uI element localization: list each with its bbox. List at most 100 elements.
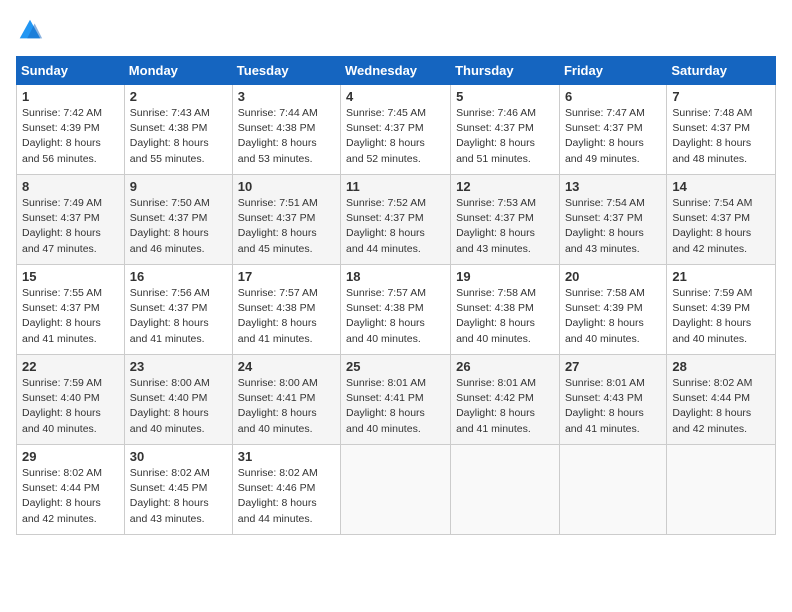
calendar-cell: 4 Sunrise: 7:45 AMSunset: 4:37 PMDayligh…	[341, 85, 451, 175]
calendar-cell: 30 Sunrise: 8:02 AMSunset: 4:45 PMDaylig…	[124, 445, 232, 535]
day-detail: Sunrise: 7:52 AMSunset: 4:37 PMDaylight:…	[346, 197, 426, 255]
logo	[16, 16, 48, 44]
calendar-cell: 24 Sunrise: 8:00 AMSunset: 4:41 PMDaylig…	[232, 355, 340, 445]
day-number: 8	[22, 179, 119, 194]
day-number: 15	[22, 269, 119, 284]
logo-icon	[16, 16, 44, 44]
day-number: 1	[22, 89, 119, 104]
calendar-cell: 21 Sunrise: 7:59 AMSunset: 4:39 PMDaylig…	[667, 265, 776, 355]
day-detail: Sunrise: 8:01 AMSunset: 4:41 PMDaylight:…	[346, 377, 426, 435]
day-number: 31	[238, 449, 335, 464]
day-number: 11	[346, 179, 445, 194]
day-number: 12	[456, 179, 554, 194]
day-detail: Sunrise: 7:44 AMSunset: 4:38 PMDaylight:…	[238, 107, 318, 165]
day-detail: Sunrise: 7:58 AMSunset: 4:39 PMDaylight:…	[565, 287, 645, 345]
calendar-cell: 2 Sunrise: 7:43 AMSunset: 4:38 PMDayligh…	[124, 85, 232, 175]
day-number: 21	[672, 269, 770, 284]
day-detail: Sunrise: 7:43 AMSunset: 4:38 PMDaylight:…	[130, 107, 210, 165]
weekday-header-sunday: Sunday	[17, 57, 125, 85]
day-detail: Sunrise: 8:02 AMSunset: 4:44 PMDaylight:…	[672, 377, 752, 435]
day-detail: Sunrise: 7:49 AMSunset: 4:37 PMDaylight:…	[22, 197, 102, 255]
day-detail: Sunrise: 7:42 AMSunset: 4:39 PMDaylight:…	[22, 107, 102, 165]
day-number: 16	[130, 269, 227, 284]
calendar-cell: 26 Sunrise: 8:01 AMSunset: 4:42 PMDaylig…	[451, 355, 560, 445]
calendar-cell: 22 Sunrise: 7:59 AMSunset: 4:40 PMDaylig…	[17, 355, 125, 445]
day-detail: Sunrise: 7:45 AMSunset: 4:37 PMDaylight:…	[346, 107, 426, 165]
day-detail: Sunrise: 7:55 AMSunset: 4:37 PMDaylight:…	[22, 287, 102, 345]
day-detail: Sunrise: 8:02 AMSunset: 4:46 PMDaylight:…	[238, 467, 318, 525]
calendar-cell: 20 Sunrise: 7:58 AMSunset: 4:39 PMDaylig…	[559, 265, 666, 355]
day-detail: Sunrise: 7:54 AMSunset: 4:37 PMDaylight:…	[565, 197, 645, 255]
day-detail: Sunrise: 8:00 AMSunset: 4:40 PMDaylight:…	[130, 377, 210, 435]
day-number: 10	[238, 179, 335, 194]
day-detail: Sunrise: 7:59 AMSunset: 4:40 PMDaylight:…	[22, 377, 102, 435]
day-number: 2	[130, 89, 227, 104]
calendar-cell: 16 Sunrise: 7:56 AMSunset: 4:37 PMDaylig…	[124, 265, 232, 355]
day-detail: Sunrise: 7:58 AMSunset: 4:38 PMDaylight:…	[456, 287, 536, 345]
weekday-header-tuesday: Tuesday	[232, 57, 340, 85]
calendar-cell: 8 Sunrise: 7:49 AMSunset: 4:37 PMDayligh…	[17, 175, 125, 265]
day-detail: Sunrise: 8:01 AMSunset: 4:42 PMDaylight:…	[456, 377, 536, 435]
calendar-cell: 9 Sunrise: 7:50 AMSunset: 4:37 PMDayligh…	[124, 175, 232, 265]
day-detail: Sunrise: 7:59 AMSunset: 4:39 PMDaylight:…	[672, 287, 752, 345]
calendar-cell: 28 Sunrise: 8:02 AMSunset: 4:44 PMDaylig…	[667, 355, 776, 445]
day-detail: Sunrise: 8:00 AMSunset: 4:41 PMDaylight:…	[238, 377, 318, 435]
day-detail: Sunrise: 7:53 AMSunset: 4:37 PMDaylight:…	[456, 197, 536, 255]
calendar-cell: 17 Sunrise: 7:57 AMSunset: 4:38 PMDaylig…	[232, 265, 340, 355]
calendar-table: SundayMondayTuesdayWednesdayThursdayFrid…	[16, 56, 776, 535]
day-number: 17	[238, 269, 335, 284]
day-number: 7	[672, 89, 770, 104]
day-detail: Sunrise: 7:50 AMSunset: 4:37 PMDaylight:…	[130, 197, 210, 255]
day-detail: Sunrise: 7:54 AMSunset: 4:37 PMDaylight:…	[672, 197, 752, 255]
weekday-header-monday: Monday	[124, 57, 232, 85]
day-number: 5	[456, 89, 554, 104]
calendar-cell: 19 Sunrise: 7:58 AMSunset: 4:38 PMDaylig…	[451, 265, 560, 355]
day-number: 30	[130, 449, 227, 464]
day-number: 13	[565, 179, 661, 194]
calendar-cell: 25 Sunrise: 8:01 AMSunset: 4:41 PMDaylig…	[341, 355, 451, 445]
day-detail: Sunrise: 7:57 AMSunset: 4:38 PMDaylight:…	[346, 287, 426, 345]
calendar-cell: 31 Sunrise: 8:02 AMSunset: 4:46 PMDaylig…	[232, 445, 340, 535]
day-detail: Sunrise: 8:01 AMSunset: 4:43 PMDaylight:…	[565, 377, 645, 435]
day-number: 24	[238, 359, 335, 374]
weekday-header-thursday: Thursday	[451, 57, 560, 85]
day-number: 26	[456, 359, 554, 374]
day-number: 18	[346, 269, 445, 284]
day-number: 25	[346, 359, 445, 374]
calendar-cell: 15 Sunrise: 7:55 AMSunset: 4:37 PMDaylig…	[17, 265, 125, 355]
calendar-cell: 6 Sunrise: 7:47 AMSunset: 4:37 PMDayligh…	[559, 85, 666, 175]
calendar-cell: 1 Sunrise: 7:42 AMSunset: 4:39 PMDayligh…	[17, 85, 125, 175]
calendar-cell: 3 Sunrise: 7:44 AMSunset: 4:38 PMDayligh…	[232, 85, 340, 175]
calendar-cell: 10 Sunrise: 7:51 AMSunset: 4:37 PMDaylig…	[232, 175, 340, 265]
day-detail: Sunrise: 7:56 AMSunset: 4:37 PMDaylight:…	[130, 287, 210, 345]
day-number: 14	[672, 179, 770, 194]
weekday-header-saturday: Saturday	[667, 57, 776, 85]
calendar-cell: 18 Sunrise: 7:57 AMSunset: 4:38 PMDaylig…	[341, 265, 451, 355]
day-detail: Sunrise: 7:46 AMSunset: 4:37 PMDaylight:…	[456, 107, 536, 165]
calendar-cell: 13 Sunrise: 7:54 AMSunset: 4:37 PMDaylig…	[559, 175, 666, 265]
day-number: 4	[346, 89, 445, 104]
day-detail: Sunrise: 7:57 AMSunset: 4:38 PMDaylight:…	[238, 287, 318, 345]
day-detail: Sunrise: 7:47 AMSunset: 4:37 PMDaylight:…	[565, 107, 645, 165]
day-number: 27	[565, 359, 661, 374]
day-number: 9	[130, 179, 227, 194]
calendar-cell: 5 Sunrise: 7:46 AMSunset: 4:37 PMDayligh…	[451, 85, 560, 175]
day-number: 29	[22, 449, 119, 464]
calendar-cell: 14 Sunrise: 7:54 AMSunset: 4:37 PMDaylig…	[667, 175, 776, 265]
day-detail: Sunrise: 8:02 AMSunset: 4:44 PMDaylight:…	[22, 467, 102, 525]
weekday-header-friday: Friday	[559, 57, 666, 85]
day-number: 28	[672, 359, 770, 374]
calendar-cell: 29 Sunrise: 8:02 AMSunset: 4:44 PMDaylig…	[17, 445, 125, 535]
weekday-header-wednesday: Wednesday	[341, 57, 451, 85]
calendar-cell	[667, 445, 776, 535]
calendar-cell	[341, 445, 451, 535]
calendar-cell: 23 Sunrise: 8:00 AMSunset: 4:40 PMDaylig…	[124, 355, 232, 445]
calendar-cell	[559, 445, 666, 535]
day-number: 3	[238, 89, 335, 104]
calendar-cell: 12 Sunrise: 7:53 AMSunset: 4:37 PMDaylig…	[451, 175, 560, 265]
page-header	[16, 16, 776, 44]
day-number: 22	[22, 359, 119, 374]
day-detail: Sunrise: 7:51 AMSunset: 4:37 PMDaylight:…	[238, 197, 318, 255]
calendar-cell	[451, 445, 560, 535]
day-number: 20	[565, 269, 661, 284]
